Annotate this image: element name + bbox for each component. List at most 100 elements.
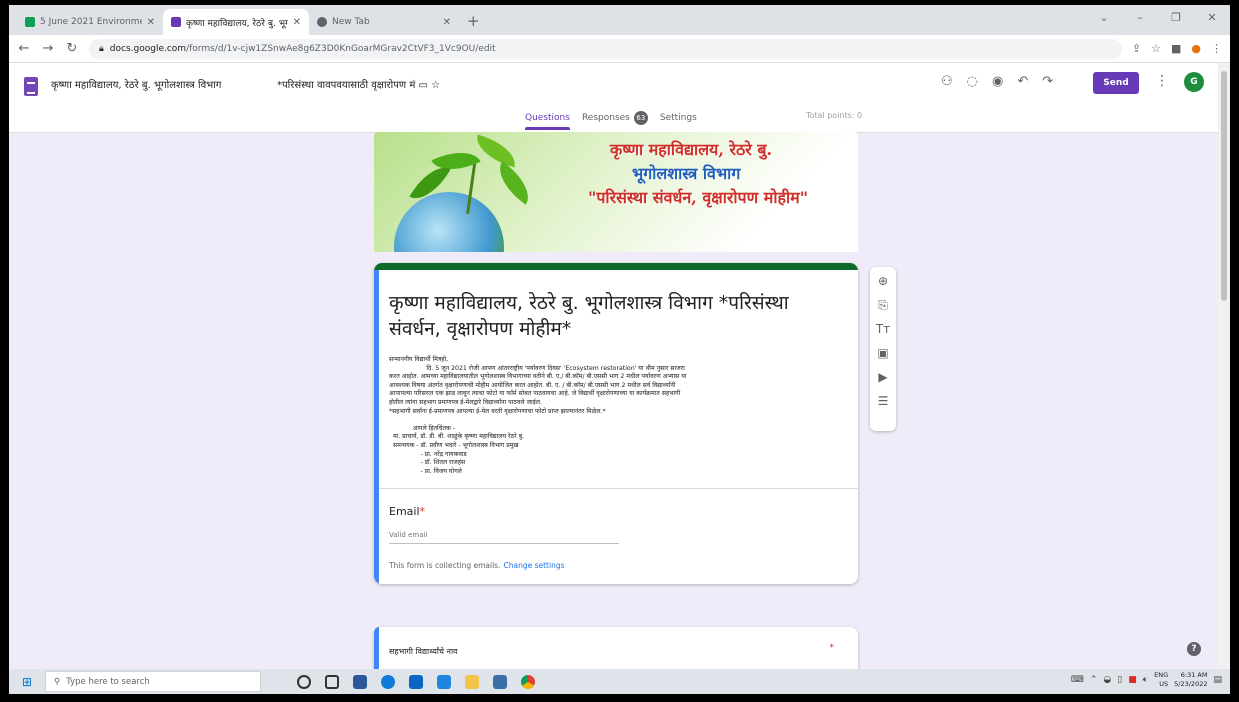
address-bar-row: ← → ↻ 🔒︎ docs.google.com/forms/d/1v-cjw1… xyxy=(9,35,1230,63)
add-video-icon[interactable]: ▶ xyxy=(878,369,887,385)
lang-code: ENG xyxy=(1154,671,1169,679)
antivirus-icon[interactable]: ■ xyxy=(1128,675,1137,685)
card-focus-bar xyxy=(374,270,379,585)
preview-eye-icon[interactable]: ◉ xyxy=(992,74,1003,89)
banner-line-2: भूगोलशास्त्र विभाग xyxy=(632,164,741,183)
task-view-icon[interactable] xyxy=(325,674,339,689)
page-scrollbar[interactable] xyxy=(1218,63,1230,669)
import-questions-icon[interactable]: ⎘ xyxy=(878,297,888,313)
more-options-icon[interactable]: ⋮ xyxy=(1155,73,1169,89)
restore-icon[interactable]: ❐ xyxy=(1158,7,1194,29)
redo-icon[interactable]: ↷ xyxy=(1042,74,1053,89)
change-settings-link[interactable]: Change settings xyxy=(503,561,564,570)
close-tab-icon[interactable]: ✕ xyxy=(147,17,155,28)
bookmark-star-icon[interactable]: ☆ xyxy=(1151,42,1161,55)
address-bar[interactable]: 🔒︎ docs.google.com/forms/d/1v-cjw1ZSnwAe… xyxy=(89,38,1122,59)
window-controls: ⌄ – ❐ ✕ xyxy=(1086,7,1230,29)
volume-icon[interactable]: 🔈︎ xyxy=(1143,675,1148,685)
form-tabs: Questions Responses 63 Settings xyxy=(525,111,697,130)
browser-tab-3[interactable]: New Tab ✕ xyxy=(309,9,459,35)
google-forms-logo-icon[interactable] xyxy=(24,77,38,96)
region-code: US xyxy=(1159,680,1169,688)
banner-line-3: "परिसंस्था संवर्धन, वृक्षारोपण मोहीम" xyxy=(588,188,809,207)
edge-app-icon[interactable] xyxy=(381,674,395,689)
search-icon: ⚲ xyxy=(54,676,61,687)
screen: 5 June 2021 Environment Day - ✕ कृष्णा म… xyxy=(9,5,1230,694)
add-title-icon[interactable]: Tт xyxy=(876,321,890,337)
close-window-icon[interactable]: ✕ xyxy=(1194,7,1230,29)
minimize-icon[interactable]: – xyxy=(1122,7,1158,29)
chrome-app-icon[interactable] xyxy=(521,674,535,689)
new-tab-button[interactable]: + xyxy=(459,12,488,35)
clock-date: 5/23/2022 xyxy=(1174,680,1208,688)
add-section-icon[interactable]: ☰ xyxy=(878,393,889,409)
floating-toolbar: ⊕ ⎘ Tт ▣ ▶ ☰ xyxy=(870,267,896,431)
add-question-icon[interactable]: ⊕ xyxy=(878,273,888,289)
mail-app-icon[interactable] xyxy=(437,674,451,689)
browser-tab-2[interactable]: कृष्णा महाविद्यालय, रेठरे बु. भूगोलशास्त… xyxy=(163,9,309,35)
battery-icon[interactable]: ▯ xyxy=(1117,675,1122,685)
star-icon[interactable]: ☆ xyxy=(431,80,440,91)
form-description[interactable]: सन्माननीय विद्यार्थी मित्रहो, दि. 5 जून … xyxy=(389,356,839,476)
email-label-text: Email xyxy=(389,505,420,519)
notifications-icon[interactable]: ▤ xyxy=(1213,675,1222,685)
new-tab-icon xyxy=(317,17,327,27)
close-tab-icon[interactable]: ✕ xyxy=(293,17,301,28)
tab-responses-label: Responses xyxy=(581,113,630,123)
network-icon[interactable]: ◒ xyxy=(1103,675,1111,685)
tab-search-icon[interactable]: ⌄ xyxy=(1086,7,1122,29)
file-explorer-icon[interactable] xyxy=(465,674,479,689)
required-asterisk: * xyxy=(419,505,426,519)
system-tray: ⌨ ⌃ ◒ ▯ ■ 🔈︎ ENG US 6:31 AM 5/23/2022 ▤ xyxy=(1071,671,1222,689)
url-path: /forms/d/1v-cjw1ZSnwAe8g6Z3D0KnGoarMGrav… xyxy=(186,43,496,54)
form-doc-subtitle[interactable]: *परिसंस्था वावपवयासाठी वृक्षारोपण मं ▭ ☆ xyxy=(277,77,440,91)
url-host: docs.google.com xyxy=(109,43,187,54)
total-points: Total points: 0 xyxy=(806,111,863,120)
account-avatar[interactable]: G xyxy=(1184,72,1204,92)
taskbar-search-input[interactable]: ⚲ Type here to search xyxy=(45,671,261,692)
chrome-menu-icon[interactable]: ⋮ xyxy=(1211,42,1222,55)
photos-app-icon[interactable] xyxy=(493,674,507,689)
leaf-image xyxy=(489,161,539,205)
collecting-emails-text: This form is collecting emails. xyxy=(389,561,501,571)
customize-theme-icon[interactable]: ⚇ xyxy=(941,74,953,89)
divider xyxy=(374,488,858,490)
form-doc-title[interactable]: कृष्णा महाविद्यालय, रेठरे बु. भूगोलशास्त… xyxy=(51,77,221,91)
forward-icon[interactable]: → xyxy=(41,41,55,56)
show-hidden-icons[interactable]: ⌃ xyxy=(1090,675,1098,685)
email-question-label: Email* xyxy=(389,505,858,518)
email-field: Valid email xyxy=(389,531,619,545)
store-app-icon[interactable] xyxy=(409,674,423,689)
tab-responses[interactable]: Responses 63 xyxy=(582,111,648,125)
undo-icon[interactable]: ↶ xyxy=(1017,74,1028,89)
profile-icon[interactable]: ● xyxy=(1191,42,1201,55)
forms-icon xyxy=(171,17,181,27)
tab-settings[interactable]: Settings xyxy=(660,113,697,123)
question-title[interactable]: सहभागी विद्यार्थ्यांचे नाव xyxy=(389,646,458,657)
taskbar-apps xyxy=(297,674,535,689)
browser-tab-title: कृष्णा महाविद्यालय, रेठरे बु. भूगोलशास्त… xyxy=(186,18,288,29)
share-icon[interactable]: ⇪ xyxy=(1132,42,1141,55)
close-tab-icon[interactable]: ✕ xyxy=(443,17,451,28)
extension-icon[interactable]: ■ xyxy=(1171,42,1181,55)
add-image-icon[interactable]: ▣ xyxy=(877,345,888,361)
send-button[interactable]: Send xyxy=(1093,72,1139,94)
card-accent-bar xyxy=(374,263,858,270)
keyboard-icon[interactable]: ⌨ xyxy=(1071,675,1084,685)
taskbar-search-placeholder: Type here to search xyxy=(66,676,150,687)
browser-tab-1[interactable]: 5 June 2021 Environment Day - ✕ xyxy=(17,9,163,35)
form-title-card[interactable]: कृष्णा महाविद्यालय, रेठरे बु. भूगोलशास्त… xyxy=(374,263,858,585)
language-indicator[interactable]: ENG US xyxy=(1154,671,1168,689)
folder-icon[interactable]: ▭ xyxy=(419,80,428,91)
back-icon[interactable]: ← xyxy=(17,41,31,56)
windows-start-icon[interactable]: ⊞ xyxy=(9,675,45,689)
word-app-icon[interactable] xyxy=(353,674,367,689)
tab-questions[interactable]: Questions xyxy=(525,113,570,130)
reload-icon[interactable]: ↻ xyxy=(65,41,79,56)
scrollbar-thumb[interactable] xyxy=(1221,71,1227,301)
help-icon[interactable]: ? xyxy=(1187,642,1201,656)
clock[interactable]: 6:31 AM 5/23/2022 xyxy=(1174,671,1207,689)
cortana-icon[interactable] xyxy=(297,674,311,689)
form-title[interactable]: कृष्णा महाविद्यालय, रेठरे बु. भूगोलशास्त… xyxy=(389,290,819,342)
palette-icon[interactable]: ◌ xyxy=(967,74,978,89)
